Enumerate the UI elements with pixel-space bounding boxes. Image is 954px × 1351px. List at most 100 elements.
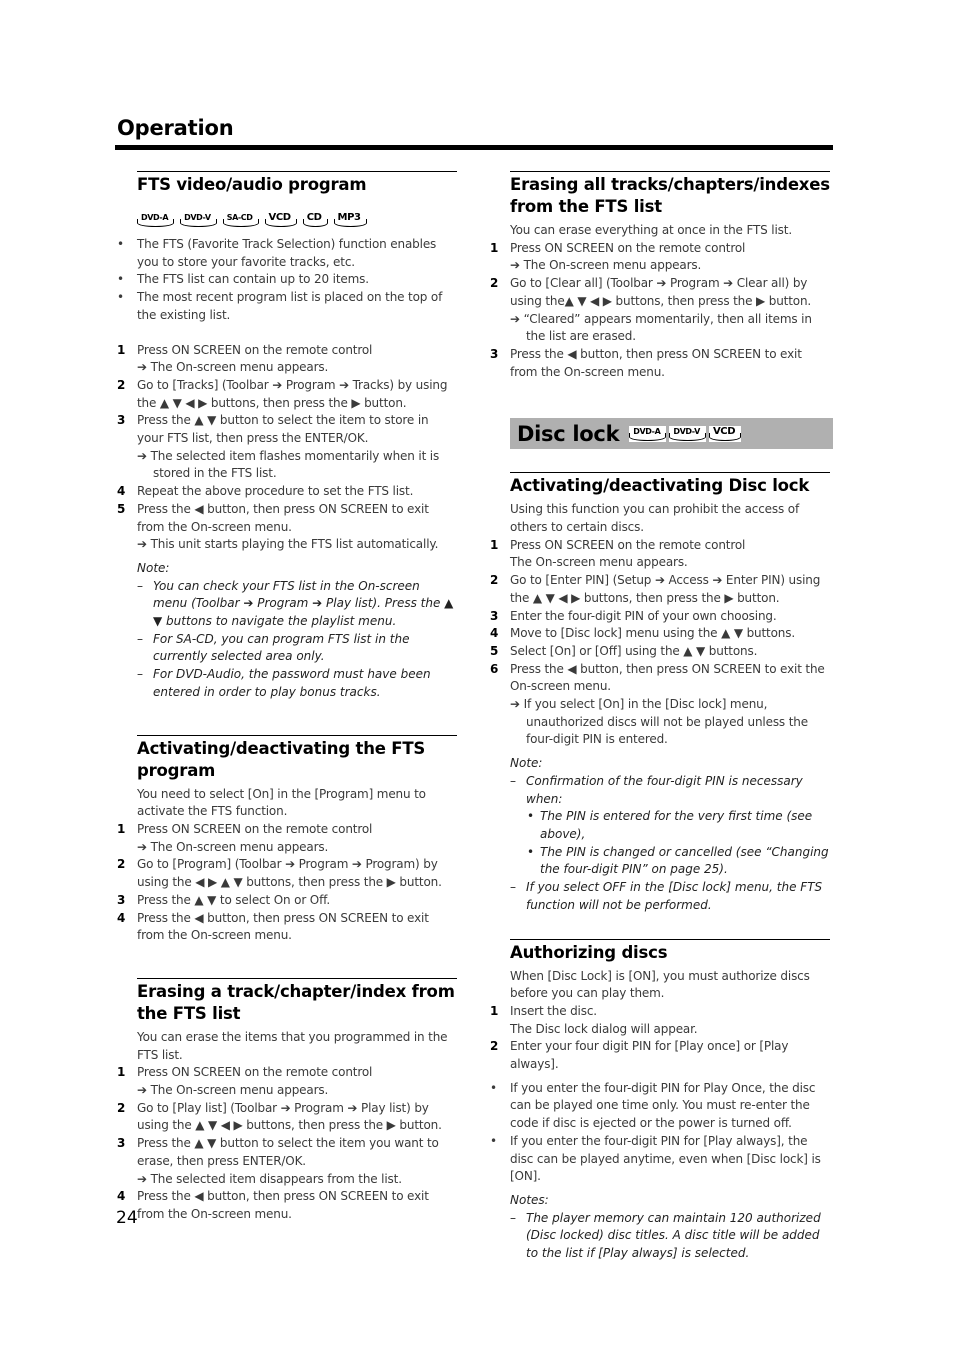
disc-lock-step: 5 Select [On] or [Off] using the ▲ ▼ butt… (490, 643, 758, 658)
fts-erase-one-step: 3 Press the ▲ ▼ button to select the item… (117, 1136, 439, 1168)
sacd-logo-icon: SA-CD (222, 212, 259, 228)
fts-erase-all-step: 1 Press ON SCREEN on the remote control (490, 240, 746, 255)
fts-activate-heading: Activating/deactivating the FTS program (137, 738, 426, 780)
fts-erase-all-heading: Erasing all tracks/chapters/indexes from… (510, 175, 830, 216)
mp3-logo-icon: MP3 (333, 212, 367, 228)
note-item: – The player memory can maintain 120 auth… (510, 1210, 821, 1261)
fts-erase-all-step: 2 Go to [Clear all] (Toolbar ➔ Program ➔ … (490, 276, 812, 308)
fts-erase-one-intro: You can erase the items that you program… (137, 1029, 448, 1062)
fts-step-result: ➔ The selected item flashes momentarily … (137, 448, 440, 481)
fts-erase-one-step-result: ➔ The selected item disappears from the … (137, 1171, 402, 1186)
arrow-icon: ➔ (137, 1171, 147, 1186)
fts-erase-one-step-result: ➔ The On-screen menu appears. (137, 1083, 329, 1098)
notes-label: Notes: (510, 1192, 549, 1207)
fts-erase-one-heading: Erasing a track/chapter/index from the F… (137, 981, 455, 1023)
disc-lock-activate-section: Activating/deactivating Disc lock (510, 472, 830, 497)
fts-activate-step: 3 Press the ▲ ▼ to select On or Off. (117, 892, 331, 907)
bullet-icon: • (490, 1133, 497, 1148)
fts-activate-step: 2 Go to [Program] (Toolbar ➔ Program ➔ Pr… (117, 857, 442, 890)
title-rule (115, 145, 833, 150)
bullet-icon: • (490, 1080, 497, 1095)
fts-step: 3 Press the ▲ ▼ button to select the item… (117, 413, 429, 446)
note-item: – You can check your FTS list in the On-s… (137, 578, 454, 629)
fts-erase-one-step: 4 Press the ◀ button, then press ON SCREE… (117, 1189, 429, 1221)
arrow-icon: ➔ (510, 258, 520, 273)
fts-erase-all-intro: You can erase everything at once in the … (510, 223, 792, 237)
vcd-logo-icon: VCD (264, 212, 297, 228)
fts-activate-step: 4 Press the ◀ button, then press ON SCREE… (117, 910, 429, 943)
note-label: Note: (137, 560, 170, 575)
fts-activate-section: Activating/deactivating the FTS program (137, 734, 457, 782)
bullet-icon: • (117, 272, 124, 287)
arrow-icon: ➔ (137, 1083, 147, 1098)
arrow-icon: ➔ (137, 537, 147, 552)
authorizing-section: Authorizing discs (510, 938, 830, 964)
fts-erase-one-step: 1 Press ON SCREEN on the remote control (117, 1065, 373, 1080)
arrow-icon: ➔ (137, 448, 147, 463)
dvd-video-logo-icon: DVD-V (669, 425, 706, 442)
fts-bullet: • The FTS (Favorite Track Selection) func… (117, 237, 437, 269)
disc-lock-step-result: The On-screen menu appears. (510, 555, 688, 570)
fts-activate-step-result: ➔ The On-screen menu appears. (137, 839, 329, 854)
disc-lock-band: Disc lock DVD-A DVD-V VCD (510, 418, 833, 450)
disc-lock-step-result: ➔ If you select [On] in the [Disc lock] … (510, 697, 808, 747)
note-item: – For SA-CD, you can program FTS list in … (137, 631, 410, 664)
disc-lock-step: 6 Press the ◀ button, then press ON SCREE… (490, 661, 825, 694)
note-subitem: • The PIN is changed or cancelled (see “C… (527, 844, 829, 877)
disc-lock-step: 3 Enter the four-digit PIN of your own ch… (490, 608, 777, 623)
fts-step: 1 Press ON SCREEN on the remote control (117, 342, 373, 357)
disc-lock-logos: DVD-A DVD-V VCD (629, 424, 742, 444)
fts-erase-one-step: 2 Go to [Play list] (Toolbar ➔ Program ➔ … (117, 1100, 442, 1133)
authorizing-step: 2 Enter your four digit PIN for [Play onc… (490, 1039, 789, 1072)
arrow-icon: ➔ (137, 839, 147, 854)
bullet-icon: • (117, 237, 124, 251)
arrow-icon: ➔ (510, 311, 520, 326)
fts-erase-all-step-result: ➔ “Cleared” appears momentarily, then al… (510, 311, 812, 344)
fts-program-section: FTS video/audio program (137, 171, 457, 196)
disc-lock-activate-intro: Using this function you can prohibit the… (510, 502, 800, 535)
note-label: Note: (510, 756, 543, 771)
fts-activate-step: 1 Press ON SCREEN on the remote control (117, 821, 373, 836)
right-column: Erasing all tracks/chapters/indexes from… (490, 171, 833, 1263)
bullet-icon: • (117, 290, 124, 305)
note-item: – If you select OFF in the [Disc lock] me… (510, 880, 823, 912)
authorizing-step-result: The Disc lock dialog will appear. (510, 1021, 698, 1036)
dvd-audio-logo-icon: DVD-A (629, 425, 667, 442)
fts-step-result: ➔ The On-screen menu appears. (137, 360, 329, 375)
cd-logo-icon: CD (302, 212, 328, 228)
fts-bullet: • The most recent program list is placed … (117, 290, 443, 322)
authorizing-heading: Authorizing discs (510, 942, 668, 962)
page-number: 24 (116, 1208, 138, 1228)
arrow-icon: ➔ (510, 697, 520, 712)
note-item: – For DVD-Audio, the password must have b… (137, 667, 431, 699)
disc-lock-step: 2 Go to [Enter PIN] (Setup ➔ Access ➔ Ent… (490, 573, 821, 605)
authorizing-step: 1 Insert the disc. (490, 1003, 597, 1018)
disc-type-logos: DVD-A DVD-V SA-CD VCD CD MP3 (137, 210, 457, 230)
note-subitem: • The PIN is entered for the very first t… (527, 809, 813, 841)
disc-lock-step: 1 Press ON SCREEN on the remote control (490, 537, 746, 552)
disc-lock-heading: Disc lock (517, 421, 620, 446)
fts-step: 2 Go to [Tracks] (Toolbar ➔ Program ➔ Tra… (117, 377, 448, 410)
authorizing-bullet: • If you enter the four-digit PIN for Pla… (490, 1080, 816, 1131)
disc-lock-activate-heading: Activating/deactivating Disc lock (510, 476, 810, 496)
fts-program-heading: FTS video/audio program (137, 175, 367, 194)
arrow-icon: ➔ (137, 360, 147, 375)
fts-step: 5 Press the ◀ button, then press ON SCREE… (117, 501, 429, 534)
dvd-audio-logo-icon: DVD-A (137, 212, 175, 228)
fts-step: 4 Repeat the above procedure to set the F… (117, 484, 414, 499)
fts-erase-one-section: Erasing a track/chapter/index from the F… (137, 977, 457, 1025)
fts-activate-intro: You need to select [On] in the [Program]… (137, 786, 426, 819)
disc-lock-step: 4 Move to [Disc lock] menu using the ▲ ▼ … (490, 626, 796, 641)
vcd-logo-icon: VCD (708, 425, 742, 442)
fts-step-result: ➔ This unit starts playing the FTS list … (137, 537, 439, 552)
left-column: FTS video/audio program DVD-A DVD-V SA-C… (117, 171, 457, 1224)
fts-erase-all-step-result: ➔ The On-screen menu appears. (510, 258, 702, 273)
fts-erase-all-step: 3 Press the ◀ button, then press ON SCREE… (490, 346, 802, 379)
section-title: Operation (117, 116, 234, 140)
note-item: – Confirmation of the four-digit PIN is n… (510, 773, 803, 806)
fts-erase-all-section: Erasing all tracks/chapters/indexes from… (510, 171, 830, 218)
authorizing-intro: When [Disc Lock] is [ON], you must autho… (510, 968, 810, 1001)
authorizing-bullet: • If you enter the four-digit PIN for [Pl… (490, 1133, 821, 1184)
fts-bullet: • The FTS list can contain up to 20 items… (117, 271, 457, 289)
dvd-video-logo-icon: DVD-V (180, 212, 217, 228)
